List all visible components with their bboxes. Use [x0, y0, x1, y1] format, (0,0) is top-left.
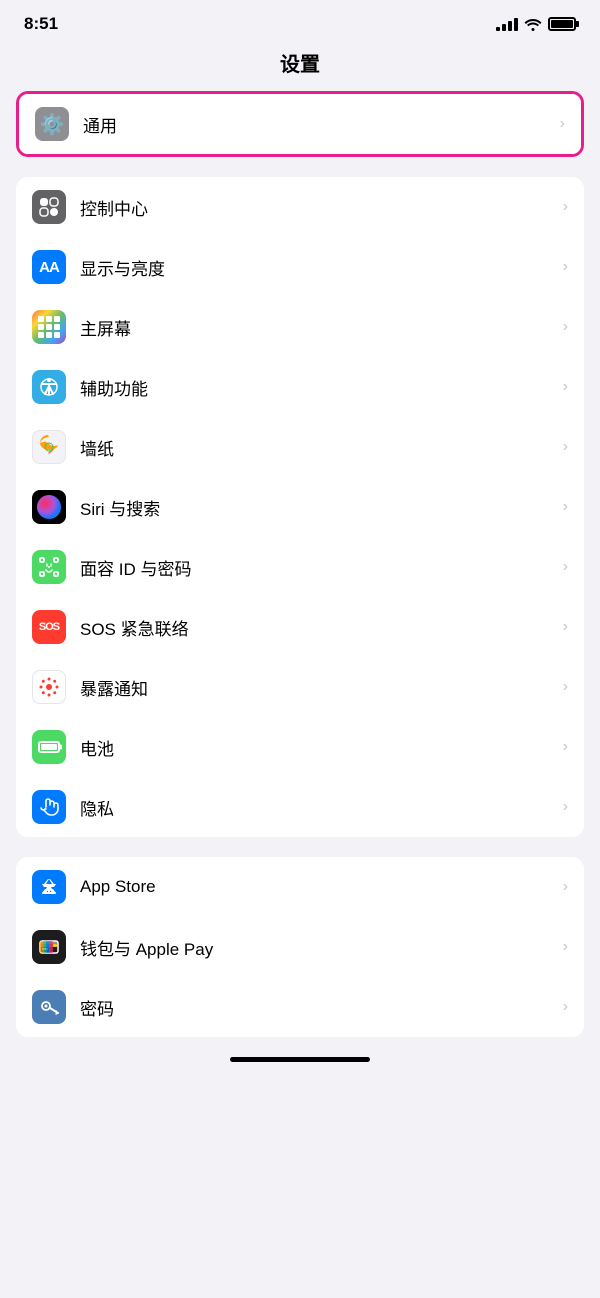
signal-icon	[496, 17, 518, 31]
exposure-label: 暴露通知	[80, 675, 555, 700]
row-passwords[interactable]: 密码 ›	[16, 977, 584, 1037]
siri-label: Siri 与搜索	[80, 495, 555, 520]
general-chevron: ›	[560, 115, 565, 133]
row-exposure[interactable]: 暴露通知 ›	[16, 657, 584, 717]
row-app-store[interactable]: App Store ›	[16, 857, 584, 917]
page-title: 设置	[0, 40, 600, 91]
passwords-icon	[32, 990, 66, 1024]
section-main-settings: 控制中心 › AA 显示与亮度 › 主屏幕 ›	[16, 177, 584, 837]
sos-label: SOS 紧急联络	[80, 615, 555, 640]
home-screen-label: 主屏幕	[80, 315, 555, 340]
status-time: 8:51	[24, 14, 58, 34]
home-indicator	[230, 1057, 370, 1062]
general-label: 通用	[83, 112, 552, 137]
general-icon: ⚙️	[35, 107, 69, 141]
battery-settings-icon	[32, 730, 66, 764]
accessibility-icon	[32, 370, 66, 404]
row-siri[interactable]: Siri 与搜索 ›	[16, 477, 584, 537]
control-center-icon	[32, 190, 66, 224]
exposure-icon	[32, 670, 66, 704]
battery-status-icon	[548, 17, 576, 31]
section-apps: App Store › 钱包与 Apple Pay ›	[16, 857, 584, 1037]
siri-icon	[32, 490, 66, 524]
privacy-label: 隐私	[80, 795, 555, 820]
row-privacy[interactable]: 隐私 ›	[16, 777, 584, 837]
wallet-icon	[32, 930, 66, 964]
wallpaper-label: 墙纸	[80, 435, 555, 460]
sos-icon: SOS	[32, 610, 66, 644]
home-screen-icon	[32, 310, 66, 344]
app-store-label: App Store	[80, 877, 555, 897]
row-home-screen[interactable]: 主屏幕 ›	[16, 297, 584, 357]
row-control-center[interactable]: 控制中心 ›	[16, 177, 584, 237]
wifi-icon	[524, 17, 542, 31]
faceid-label: 面容 ID 与密码	[80, 555, 555, 580]
row-battery[interactable]: 电池 ›	[16, 717, 584, 777]
app-store-icon	[32, 870, 66, 904]
row-wallet[interactable]: 钱包与 Apple Pay ›	[16, 917, 584, 977]
status-bar: 8:51	[0, 0, 600, 40]
wallpaper-icon	[32, 430, 66, 464]
display-label: 显示与亮度	[80, 255, 555, 280]
privacy-icon	[32, 790, 66, 824]
accessibility-label: 辅助功能	[80, 375, 555, 400]
row-accessibility[interactable]: 辅助功能 ›	[16, 357, 584, 417]
passwords-label: 密码	[80, 995, 555, 1020]
faceid-icon	[32, 550, 66, 584]
display-icon: AA	[32, 250, 66, 284]
wallet-label: 钱包与 Apple Pay	[80, 935, 555, 960]
row-faceid[interactable]: 面容 ID 与密码 ›	[16, 537, 584, 597]
row-general[interactable]: ⚙️ 通用 ›	[19, 94, 581, 154]
row-wallpaper[interactable]: 墙纸 ›	[16, 417, 584, 477]
control-center-label: 控制中心	[80, 195, 555, 220]
row-display-brightness[interactable]: AA 显示与亮度 ›	[16, 237, 584, 297]
battery-label: 电池	[80, 735, 555, 760]
status-icons	[496, 17, 576, 31]
row-sos[interactable]: SOS SOS 紧急联络 ›	[16, 597, 584, 657]
section-general-highlighted: ⚙️ 通用 ›	[16, 91, 584, 157]
